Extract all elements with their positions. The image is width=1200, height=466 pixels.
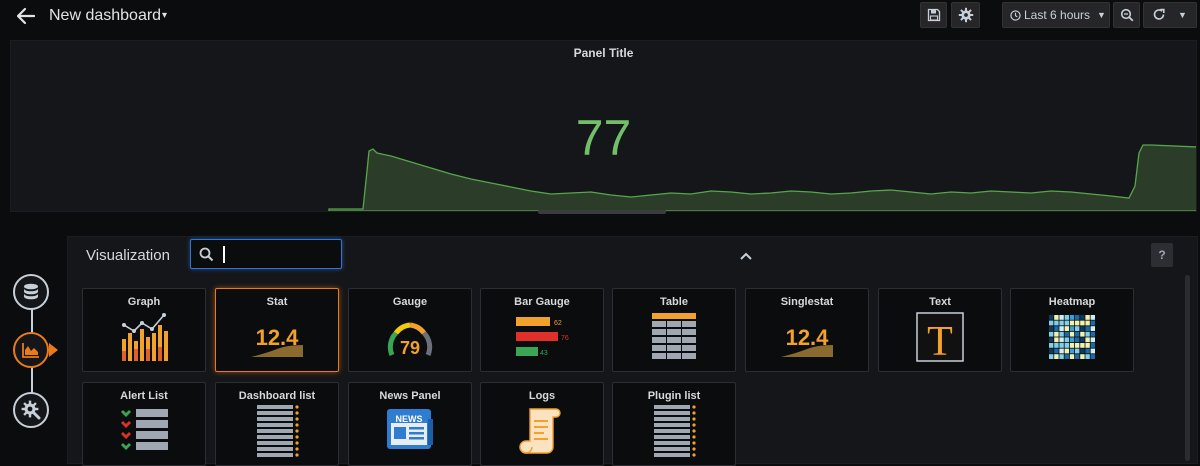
back-arrow-icon[interactable] xyxy=(14,4,38,28)
viz-card-dashboard-list[interactable]: Dashboard list xyxy=(215,382,339,466)
active-tab-pointer-icon xyxy=(49,343,58,357)
refresh-button[interactable]: ▼ xyxy=(1143,2,1197,28)
search-icon xyxy=(199,247,214,262)
viz-card-alert-list[interactable]: Alert List xyxy=(82,382,206,466)
database-icon xyxy=(24,283,38,300)
plugin-list-icon xyxy=(654,405,696,457)
viz-card-bar-gauge[interactable]: Bar Gauge 62 76 43 xyxy=(480,288,604,372)
viz-card-news-panel[interactable]: News Panel NEWS xyxy=(348,382,472,466)
save-icon xyxy=(927,8,940,22)
singlestat-icon: 12.4 xyxy=(781,325,833,357)
viz-card-heatmap[interactable]: Heatmap xyxy=(1010,288,1134,372)
visualization-tab[interactable] xyxy=(13,332,49,368)
card-label: Bar Gauge xyxy=(514,296,570,308)
graph-icon xyxy=(122,313,168,361)
save-dashboard-button[interactable] xyxy=(920,2,947,28)
card-label: Dashboard list xyxy=(238,390,316,402)
svg-text:76: 76 xyxy=(561,335,569,342)
caret-down-icon[interactable]: ▾ xyxy=(162,10,167,21)
queries-tab[interactable] xyxy=(13,274,49,310)
chevron-up-icon[interactable] xyxy=(740,252,752,260)
zoom-out-icon xyxy=(1120,8,1133,22)
dashboard-title[interactable]: New dashboard xyxy=(49,7,161,25)
bar-gauge-icon: 62 76 43 xyxy=(516,317,569,357)
time-range-label: Last 6 hours xyxy=(1024,8,1091,22)
card-label: Alert List xyxy=(120,390,168,402)
heatmap-icon xyxy=(1049,315,1095,359)
time-range-picker[interactable]: Last 6 hours ▼ xyxy=(1002,2,1110,28)
help-button[interactable]: ? xyxy=(1151,243,1173,267)
chart-area-icon xyxy=(22,343,39,358)
scrollbar[interactable] xyxy=(1185,275,1190,461)
viz-card-stat[interactable]: Stat 12.4 xyxy=(215,288,339,372)
stat-icon: 12.4 xyxy=(251,325,303,357)
dashboard-list-icon xyxy=(257,405,299,457)
card-label: Graph xyxy=(127,296,161,308)
viz-card-logs[interactable]: Logs xyxy=(480,382,604,466)
gear-icon xyxy=(958,7,973,23)
svg-text:43: 43 xyxy=(540,350,548,357)
table-icon xyxy=(652,313,696,359)
clock-icon xyxy=(1010,9,1021,21)
top-bar: New dashboard ▾ Last 6 hours ▼ ▼ xyxy=(0,0,1200,32)
visualization-label: Visualization xyxy=(86,247,170,264)
card-label: News Panel xyxy=(379,390,441,402)
alert-list-icon xyxy=(121,409,168,450)
card-label: Heatmap xyxy=(1048,296,1096,308)
refresh-interval-caret-icon[interactable]: ▼ xyxy=(1178,10,1187,20)
general-settings-tab[interactable] xyxy=(13,392,49,428)
panel-preview: Panel Title 77 xyxy=(10,40,1197,212)
text-icon: T xyxy=(916,312,964,363)
card-label: Text xyxy=(929,296,951,308)
viz-card-singlestat[interactable]: Singlestat 12.4 xyxy=(745,288,869,372)
text-icon-glyph: T xyxy=(927,319,953,363)
viz-card-plugin-list[interactable]: Plugin list xyxy=(612,382,736,466)
card-label: Singlestat xyxy=(780,296,834,308)
refresh-icon xyxy=(1153,8,1165,20)
svg-text:62: 62 xyxy=(554,320,562,327)
card-label: Stat xyxy=(266,296,288,308)
panel-resize-handle[interactable] xyxy=(538,210,666,214)
caret-down-icon: ▼ xyxy=(1097,10,1106,20)
card-label: Gauge xyxy=(392,296,428,308)
news-icon: NEWS xyxy=(387,409,433,449)
news-icon-label: NEWS xyxy=(396,414,423,424)
logs-icon xyxy=(519,408,561,454)
visualization-picker: Visualization ? Graph Stat 12.4 Gauge 79… xyxy=(67,236,1198,466)
viz-card-table[interactable]: Table xyxy=(612,288,736,372)
viz-card-text[interactable]: Text T xyxy=(878,288,1002,372)
gauge-icon: 79 xyxy=(387,322,433,358)
settings-button[interactable] xyxy=(951,2,980,28)
stat-value: 77 xyxy=(575,110,632,166)
card-label: Plugin list xyxy=(647,390,701,402)
viz-card-graph[interactable]: Graph xyxy=(82,288,206,372)
zoom-out-button[interactable] xyxy=(1113,2,1140,28)
card-label: Logs xyxy=(528,390,556,402)
gauge-icon-value: 79 xyxy=(400,338,420,358)
card-label: Table xyxy=(660,296,688,308)
cog-wrench-icon xyxy=(21,400,41,420)
visualization-search-input[interactable] xyxy=(190,239,342,269)
text-cursor xyxy=(223,246,225,263)
viz-card-gauge[interactable]: Gauge 79 xyxy=(348,288,472,372)
